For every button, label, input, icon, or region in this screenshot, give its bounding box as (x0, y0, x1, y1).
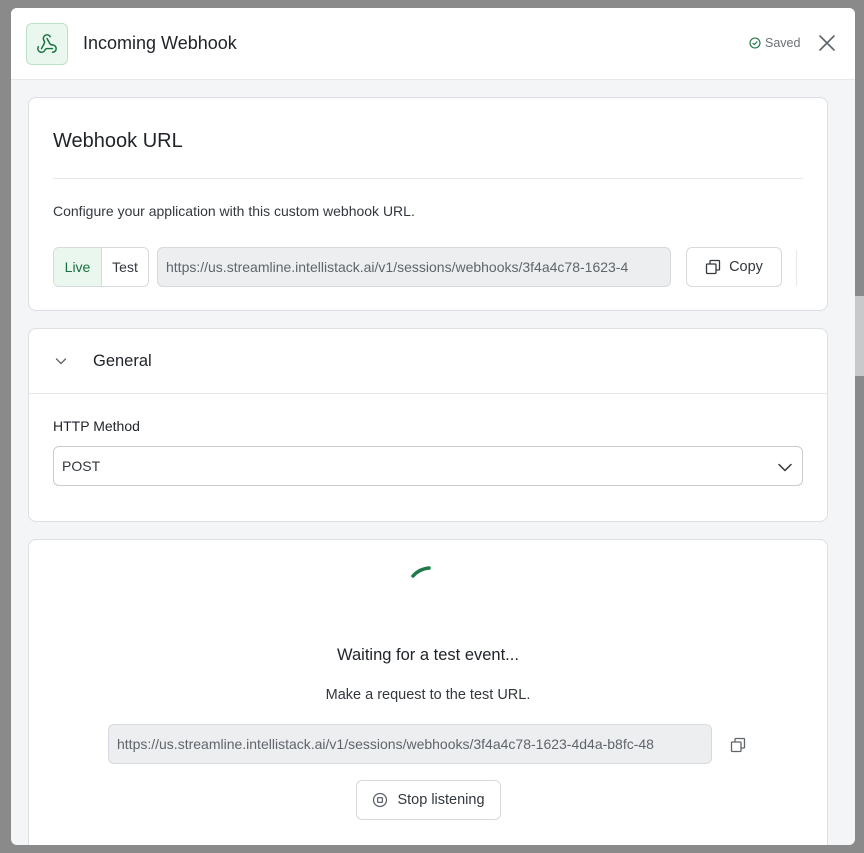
http-method-label: HTTP Method (53, 418, 140, 434)
copy-button[interactable]: Copy (686, 247, 782, 287)
chevron-down-icon (778, 463, 792, 472)
webhook-modal: Incoming Webhook Saved Webhook URL Confi… (11, 8, 855, 845)
copy-test-url-button[interactable] (727, 734, 749, 756)
section-divider (53, 178, 803, 179)
mode-toggle: Live Test (53, 247, 149, 287)
saved-label: Saved (765, 36, 801, 50)
webhook-logo (26, 23, 68, 65)
http-method-select[interactable]: POST (53, 446, 803, 486)
instruction-text: Make a request to the test URL. (325, 687, 531, 703)
saved-status: Saved (749, 36, 800, 50)
copy-icon (730, 737, 746, 753)
modal-title: Incoming Webhook (83, 33, 237, 53)
stop-listening-label: Stop listening (397, 792, 485, 808)
general-card: General HTTP Method POST (28, 328, 828, 522)
close-button[interactable] (815, 31, 839, 55)
stop-circle-icon (373, 792, 388, 808)
webhook-url-title: Webhook URL (53, 130, 183, 152)
mode-live-button[interactable]: Live (54, 248, 102, 286)
test-listener-card: Waiting for a test event... Make a reque… (28, 539, 828, 845)
toolbar-separator (796, 250, 797, 286)
general-title: General (93, 352, 152, 370)
general-header[interactable]: General (29, 329, 827, 394)
modal-header: Incoming Webhook Saved (11, 8, 855, 80)
close-icon (819, 35, 835, 51)
webhook-icon (37, 34, 57, 53)
webhook-url-field[interactable]: https://us.streamline.intellistack.ai/v1… (157, 247, 671, 287)
http-method-value: POST (62, 458, 101, 474)
stop-listening-button[interactable]: Stop listening (356, 780, 501, 820)
mode-test-button[interactable]: Test (102, 248, 148, 286)
webhook-url-description: Configure your application with this cus… (53, 203, 415, 219)
waiting-text: Waiting for a test event... (337, 646, 519, 664)
chevron-down-icon[interactable] (53, 353, 69, 369)
webhook-url-card: Webhook URL Configure your application w… (28, 97, 828, 311)
background-page-edge (854, 296, 864, 376)
check-circle-icon (749, 37, 761, 49)
copy-label: Copy (729, 259, 763, 275)
test-url-field[interactable]: https://us.streamline.intellistack.ai/v1… (108, 724, 712, 764)
loading-spinner-icon (411, 566, 431, 578)
copy-icon (705, 259, 721, 275)
